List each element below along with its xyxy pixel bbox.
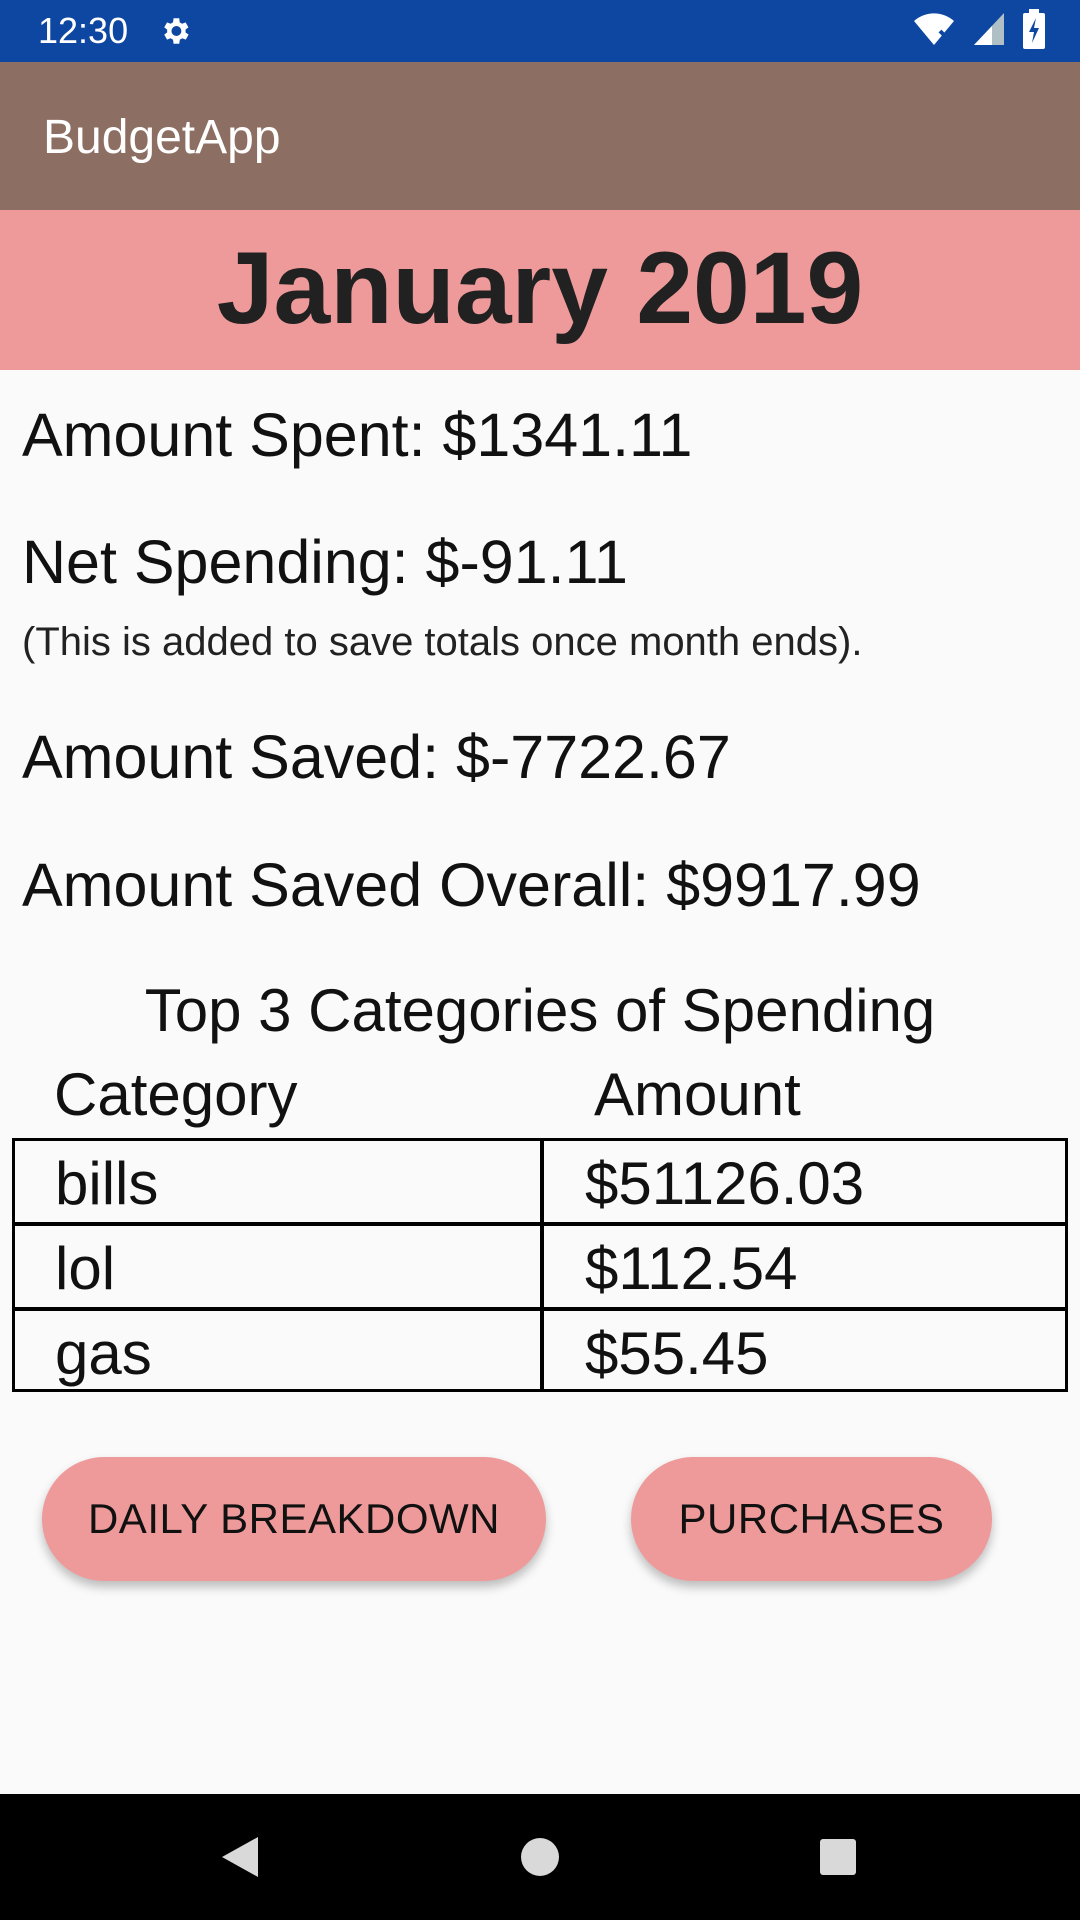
category-cell: lol bbox=[55, 1235, 116, 1302]
back-button[interactable] bbox=[170, 1794, 310, 1920]
recents-icon bbox=[820, 1839, 856, 1875]
net-spending-note: (This is added to save totals once month… bbox=[22, 620, 863, 664]
app-title: BudgetApp bbox=[43, 111, 281, 164]
month-banner: January 2019 bbox=[0, 210, 1080, 370]
daily-breakdown-button[interactable]: DAILY BREAKDOWN bbox=[42, 1457, 546, 1581]
back-icon bbox=[222, 1837, 258, 1877]
status-time: 12:30 bbox=[38, 10, 129, 51]
category-cell: bills bbox=[55, 1150, 159, 1217]
status-icons bbox=[912, 8, 1046, 52]
recents-button[interactable] bbox=[768, 1794, 908, 1920]
amount-column-header: Amount bbox=[594, 1061, 801, 1128]
battery-icon bbox=[1022, 8, 1046, 54]
month-title: January 2019 bbox=[216, 231, 864, 345]
amount-cell: $51126.03 bbox=[585, 1150, 865, 1217]
column-divider bbox=[540, 1141, 544, 1389]
status-bar: 12:30 bbox=[0, 0, 1080, 62]
gear-icon bbox=[158, 14, 192, 48]
top-categories-title: Top 3 Categories of Spending bbox=[144, 977, 936, 1044]
top-categories-table: bills $51126.03 lol $112.54 gas $55.45 bbox=[12, 1138, 1068, 1392]
category-cell: gas bbox=[55, 1320, 152, 1387]
home-icon bbox=[521, 1838, 559, 1876]
amount-saved-overall-label: Amount Saved Overall: $9917.99 bbox=[22, 851, 921, 919]
amount-cell: $112.54 bbox=[585, 1235, 798, 1302]
amount-saved-label: Amount Saved: $-7722.67 bbox=[22, 723, 731, 791]
home-button[interactable] bbox=[470, 1794, 610, 1920]
amount-spent-label: Amount Spent: $1341.11 bbox=[22, 401, 693, 469]
app-bar: BudgetApp bbox=[0, 62, 1080, 210]
category-column-header: Category bbox=[54, 1061, 298, 1128]
amount-cell: $55.45 bbox=[585, 1320, 769, 1387]
net-spending-label: Net Spending: $-91.11 bbox=[22, 528, 628, 596]
wifi-icon bbox=[912, 11, 956, 52]
signal-icon bbox=[972, 11, 1006, 52]
navigation-bar bbox=[0, 1794, 1080, 1920]
purchases-button[interactable]: PURCHASES bbox=[631, 1457, 992, 1581]
